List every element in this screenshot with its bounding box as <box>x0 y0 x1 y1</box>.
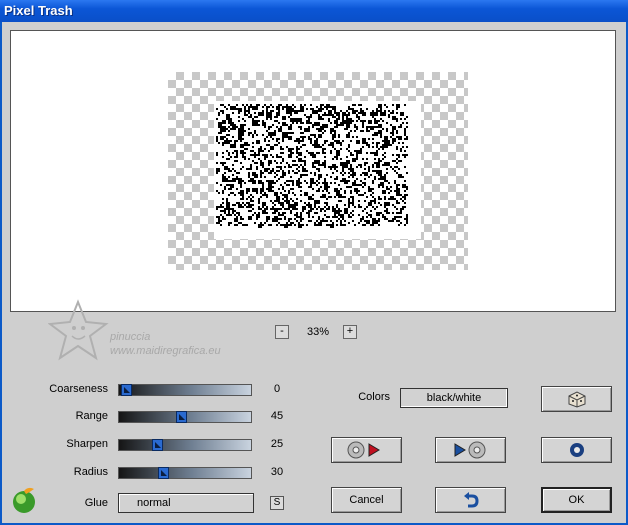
pixel-noise-preview <box>216 104 408 228</box>
glue-label: Glue <box>84 497 108 509</box>
ring-icon <box>569 443 584 457</box>
coarseness-label: Coarseness <box>49 383 108 395</box>
colors-select[interactable]: black/white <box>400 388 508 408</box>
zoom-level: 33% <box>306 326 330 338</box>
radius-slider[interactable] <box>118 467 252 479</box>
filter-logo-icon <box>13 487 35 513</box>
cancel-label: Cancel <box>349 494 384 506</box>
range-slider[interactable] <box>118 411 252 423</box>
slider-thumb[interactable] <box>152 439 163 451</box>
slider-thumb[interactable] <box>121 384 132 396</box>
arrow-disc-icon <box>454 441 485 459</box>
sharpen-slider[interactable] <box>118 439 252 451</box>
ok-button[interactable]: OK <box>541 487 612 513</box>
glue-select[interactable]: normal <box>118 493 254 513</box>
radius-value: 30 <box>270 466 284 478</box>
undo-arrow-icon <box>463 492 479 508</box>
zoom-in-button[interactable]: + <box>343 325 357 339</box>
watermark-url: www.maidiregrafica.eu <box>110 345 221 357</box>
watermark-name: pinuccia <box>110 331 151 343</box>
cancel-button[interactable]: Cancel <box>331 487 402 513</box>
sharpen-label: Sharpen <box>66 438 108 450</box>
ok-label: OK <box>568 494 585 506</box>
dice-icon <box>568 391 585 408</box>
sharpen-value: 25 <box>270 438 284 450</box>
randomize-button[interactable] <box>541 386 612 412</box>
save-preset-button[interactable] <box>435 437 506 463</box>
reset-button[interactable] <box>541 437 612 463</box>
radius-label: Radius <box>73 466 108 478</box>
range-value: 45 <box>270 410 284 422</box>
coarseness-value: 0 <box>273 383 281 395</box>
zoom-out-button[interactable]: - <box>275 325 289 339</box>
slider-thumb[interactable] <box>176 411 187 423</box>
slider-thumb[interactable] <box>158 467 169 479</box>
title-bar[interactable]: Pixel Trash <box>0 0 628 22</box>
disc-arrow-icon <box>347 441 380 459</box>
load-preset-button[interactable] <box>331 437 402 463</box>
colors-label: Colors <box>358 391 390 403</box>
undo-button[interactable] <box>435 487 506 513</box>
coarseness-slider[interactable] <box>118 384 252 396</box>
window-title: Pixel Trash <box>4 3 73 18</box>
glue-s-button[interactable]: S <box>270 496 284 510</box>
range-label: Range <box>75 410 108 422</box>
